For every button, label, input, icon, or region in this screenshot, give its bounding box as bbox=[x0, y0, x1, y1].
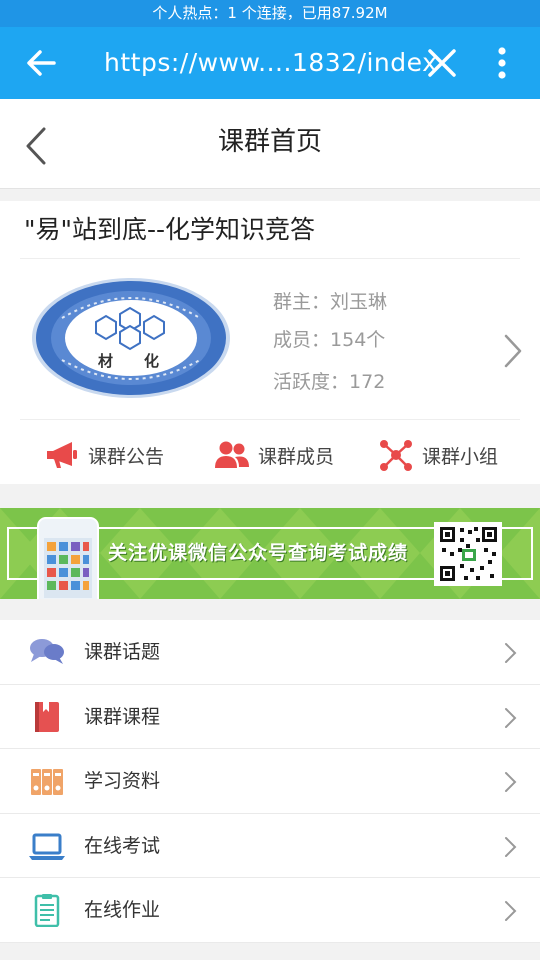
menu-item-materials[interactable]: 学习资料 bbox=[0, 749, 540, 814]
url-text[interactable]: https://www....1832/index bbox=[104, 27, 437, 99]
feature-menu: 课群话题 课群课程 学习资料 在线考试 在线作业 bbox=[0, 620, 540, 943]
group-card: "易"站到底--化学知识竞答 材 化 群主：刘玉琳 成员：154个 活跃度：17… bbox=[0, 201, 540, 484]
activity-value: 172 bbox=[349, 371, 386, 393]
menu-item-online-exam[interactable]: 在线考试 bbox=[0, 814, 540, 878]
announcements-button[interactable]: 课群公告 bbox=[44, 435, 164, 475]
clipboard-icon bbox=[28, 893, 66, 928]
members-row: 成员：154个 bbox=[273, 325, 385, 352]
menu-item-label: 课群话题 bbox=[84, 641, 161, 663]
wechat-promo-banner[interactable]: 关注优课微信公众号查询考试成绩 bbox=[0, 508, 540, 599]
members-button-label: 课群成员 bbox=[258, 445, 335, 468]
subgroups-button[interactable]: 课群小组 bbox=[378, 435, 498, 475]
status-bar: 个人热点：1 个连接，已用87.92M bbox=[0, 0, 540, 27]
laptop-icon bbox=[28, 829, 66, 863]
menu-item-label: 在线考试 bbox=[84, 834, 161, 857]
announcements-label: 课群公告 bbox=[88, 445, 165, 468]
members-button[interactable]: 课群成员 bbox=[214, 435, 334, 475]
group-name: "易"站到底--化学知识竞答 bbox=[24, 215, 316, 244]
menu-item-topics[interactable]: 课群话题 bbox=[0, 620, 540, 685]
book-icon bbox=[28, 700, 66, 734]
page-header: 课群首页 bbox=[0, 99, 540, 189]
chevron-right-icon bbox=[503, 835, 519, 859]
close-icon[interactable] bbox=[424, 45, 460, 81]
megaphone-icon bbox=[44, 439, 80, 471]
back-arrow-icon[interactable] bbox=[24, 45, 64, 81]
browser-url-bar: https://www....1832/index bbox=[0, 27, 540, 99]
chevron-right-icon bbox=[503, 706, 519, 730]
menu-item-label: 在线作业 bbox=[84, 899, 161, 921]
owner-row: 群主：刘玉琳 bbox=[273, 287, 387, 314]
activity-row: 活跃度：172 bbox=[273, 367, 385, 394]
members-label: 成员： bbox=[273, 329, 331, 351]
menu-item-courses[interactable]: 课群课程 bbox=[0, 685, 540, 749]
chevron-right-icon bbox=[503, 641, 519, 665]
chevron-right-icon bbox=[503, 899, 519, 923]
svg-text:材: 材 bbox=[98, 352, 113, 370]
owner-name: 刘玉琳 bbox=[330, 291, 388, 313]
more-options-icon[interactable] bbox=[490, 45, 514, 81]
group-logo[interactable]: 材 化 bbox=[30, 276, 232, 401]
chat-bubbles-icon bbox=[28, 635, 66, 669]
divider bbox=[20, 258, 520, 259]
members-count: 154个 bbox=[330, 329, 386, 351]
banner-text: 关注优课微信公众号查询考试成绩 bbox=[108, 542, 409, 564]
people-icon bbox=[214, 439, 250, 471]
menu-item-homework[interactable]: 在线作业 bbox=[0, 878, 540, 943]
svg-text:化: 化 bbox=[144, 352, 159, 370]
status-text: 个人热点：1 个连接，已用87.92M bbox=[152, 4, 388, 22]
subgroups-label: 课群小组 bbox=[422, 445, 499, 468]
activity-label: 活跃度： bbox=[273, 371, 350, 393]
page-title: 课群首页 bbox=[217, 127, 322, 157]
chevron-right-icon bbox=[503, 770, 519, 794]
menu-item-label: 学习资料 bbox=[84, 770, 161, 792]
owner-label: 群主： bbox=[273, 291, 331, 313]
menu-item-label: 课群课程 bbox=[84, 705, 161, 728]
network-icon bbox=[378, 439, 414, 471]
binders-icon bbox=[28, 764, 66, 798]
chevron-right-icon[interactable] bbox=[500, 332, 526, 370]
divider bbox=[20, 419, 520, 420]
